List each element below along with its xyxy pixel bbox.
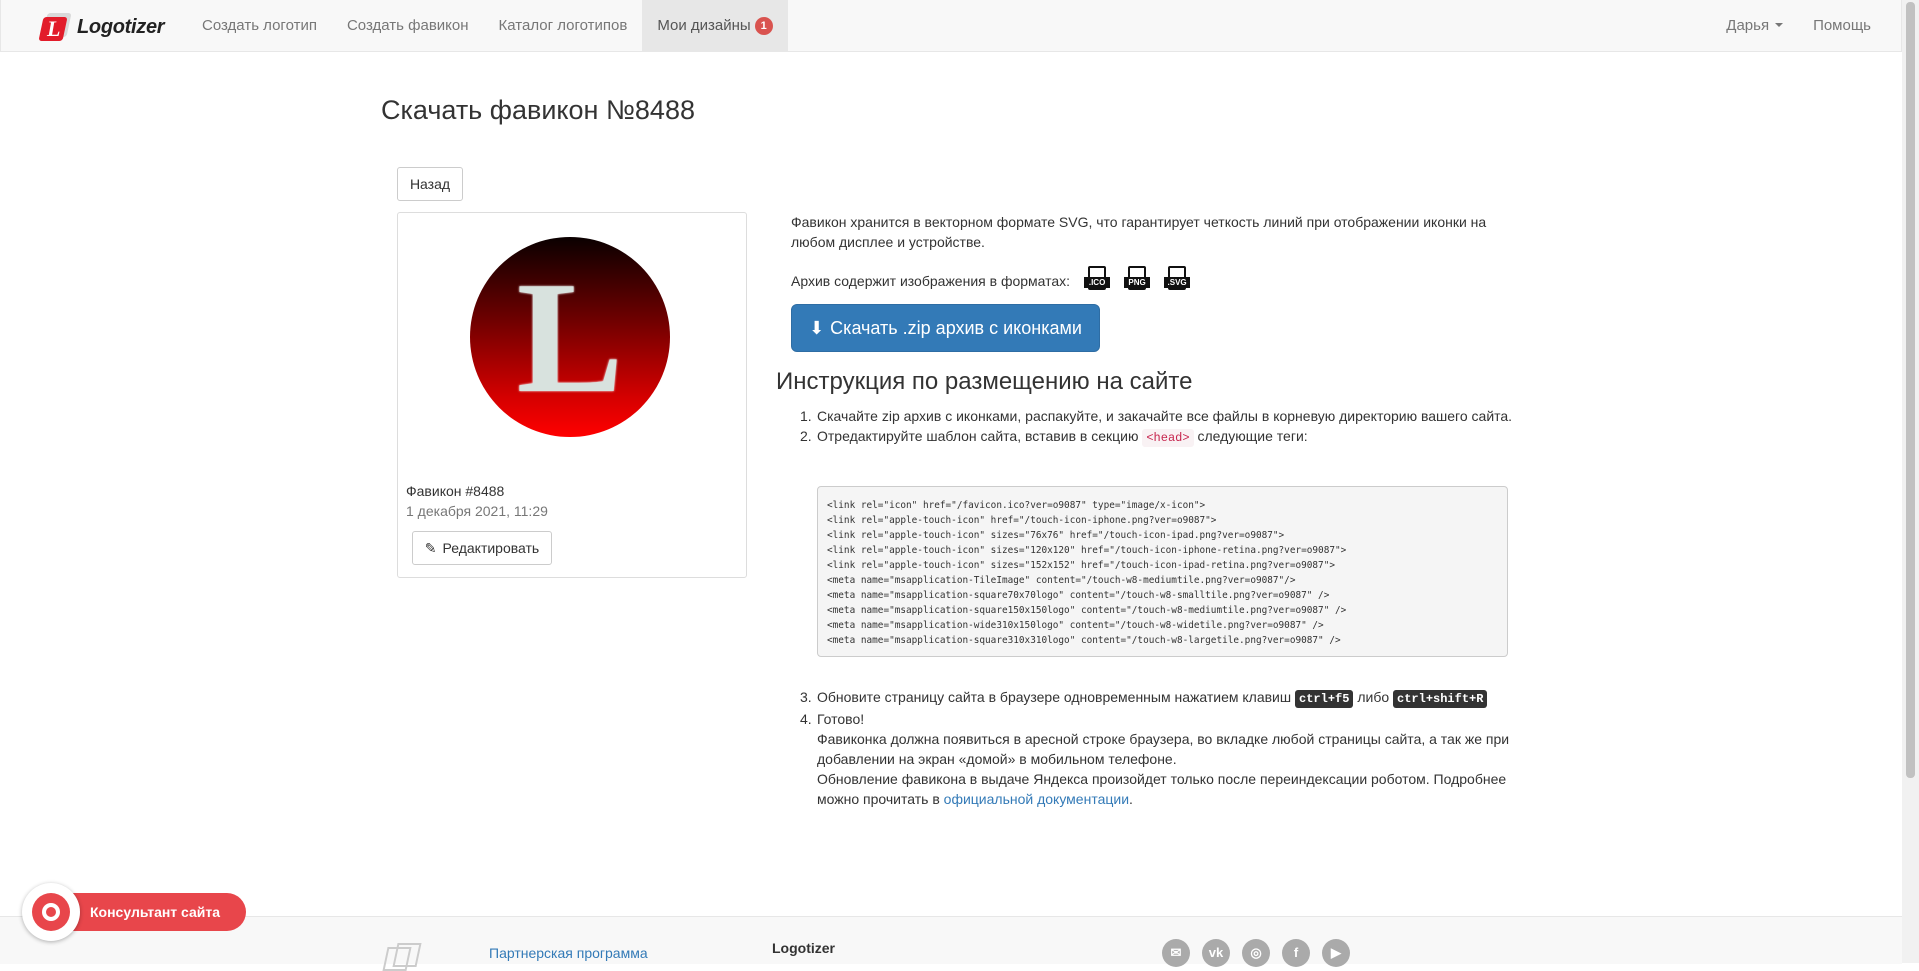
main-nav: Создать логотип Создать фавикон Каталог …	[187, 0, 788, 52]
step-1-text: Скачайте zip архив с иконками, распакуйт…	[817, 408, 1513, 424]
favicon-title: Фавикон #8488	[406, 483, 505, 499]
scrollbar-thumb[interactable]	[1906, 2, 1915, 778]
step-4-text-2: Обновление фавикона в выдаче Яндекса про…	[817, 771, 1507, 807]
nav-create-favicon[interactable]: Создать фавикон	[332, 0, 484, 52]
kbd-ctrl-f5: ctrl+f5	[1295, 690, 1354, 708]
step-3-mid: либо	[1357, 689, 1390, 705]
svg-file-icon: .SVG	[1164, 266, 1191, 296]
consultant-label[interactable]: Консультант сайта	[52, 893, 246, 931]
official-docs-link[interactable]: официальной документации	[944, 791, 1129, 807]
formats-label: Архив содержит изображения в форматах:	[791, 273, 1071, 289]
step-4-end: .	[1129, 791, 1133, 807]
navbar: L Logotizer Создать логотип Создать фави…	[0, 0, 1902, 52]
footer-brand: Logotizer	[772, 940, 835, 956]
step-4-text-1: Фавиконка должна появиться в аресной стр…	[817, 731, 1510, 767]
nav-help[interactable]: Помощь	[1798, 0, 1886, 52]
brand-name: Logotizer	[77, 15, 165, 38]
brand-logo[interactable]: L Logotizer	[38, 13, 165, 41]
user-name: Дарья	[1726, 17, 1770, 34]
favicon-letter: L	[516, 248, 624, 426]
footer-logo-icon	[382, 943, 425, 971]
instructions-list: 1. Скачайте zip архив с иконками, распаку…	[776, 406, 1516, 448]
pencil-icon: ✎	[424, 540, 437, 556]
step-2-text: Отредактируйте шаблон сайта, вставив в с…	[817, 428, 1139, 444]
caret-down-icon	[1775, 23, 1784, 27]
favicon-description: Фавикон хранится в векторном формате SVG…	[791, 214, 1487, 250]
step-4-title: Готово!	[817, 711, 865, 727]
user-menu[interactable]: Дарья	[1711, 0, 1798, 52]
instructions-list-continued: 3. Обновите страницу сайта в браузере одн…	[776, 687, 1516, 809]
step-3-text: Обновите страницу сайта в браузере однов…	[817, 689, 1292, 705]
nav-my-designs-label: Мои дизайны	[657, 17, 751, 34]
kbd-ctrl-shift-r: ctrl+shift+R	[1393, 690, 1488, 708]
my-designs-count-badge: 1	[754, 17, 773, 35]
favicon-preview: L	[470, 237, 670, 437]
nav-logo-catalog[interactable]: Каталог логотипов	[484, 0, 643, 52]
formats-row: Архив содержит изображения в форматах: .…	[791, 266, 1191, 296]
page-scrollbar[interactable]	[1902, 0, 1919, 963]
consultant-icon[interactable]	[22, 883, 80, 941]
nav-create-logo[interactable]: Создать логотип	[187, 0, 332, 52]
download-zip-button[interactable]: ⬇ Скачать .zip архив с иконками	[791, 304, 1100, 352]
favicon-card: L Фавикон #8488 1 декабря 2021, 11:29 ✎ Р…	[397, 212, 747, 578]
step-2-text-after: следующие теги:	[1197, 428, 1308, 444]
partner-program-link[interactable]: Партнерская программа	[489, 945, 648, 961]
logotizer-logo-icon: L	[38, 13, 72, 41]
list-item: 2. Отредактируйте шаблон сайта, вставив в…	[800, 428, 1308, 447]
edit-button[interactable]: ✎ Редактировать	[412, 531, 552, 565]
back-button[interactable]: Назад	[397, 167, 463, 201]
instructions-title: Инструкция по размещению на сайте	[776, 368, 1193, 395]
png-file-icon: PNG	[1124, 266, 1151, 296]
download-zip-label: Скачать .zip архив с иконками	[830, 318, 1082, 338]
head-code-tag: <head>	[1142, 429, 1194, 447]
edit-button-label: Редактировать	[442, 540, 540, 556]
download-icon: ⬇	[809, 318, 825, 338]
code-snippet[interactable]: <link rel="icon" href="/favicon.ico?ver=…	[817, 486, 1508, 657]
favicon-date: 1 декабря 2021, 11:29	[406, 503, 548, 519]
list-item: 3. Обновите страницу сайта в браузере одн…	[776, 687, 1516, 709]
nav-my-designs[interactable]: Мои дизайны 1	[642, 0, 788, 52]
list-item: 1. Скачайте zip архив с иконками, распаку…	[800, 408, 1513, 424]
footer: Партнерская программа Logotizer ✉ vk ◎ f…	[0, 916, 1902, 971]
page-title: Скачать фавикон №8488	[381, 95, 695, 125]
ico-file-icon: .ICO	[1084, 266, 1111, 296]
nav-right: Дарья Помощь	[1711, 0, 1886, 52]
list-item: 4. Готово! Фавиконка должна появиться в а…	[800, 711, 1510, 807]
